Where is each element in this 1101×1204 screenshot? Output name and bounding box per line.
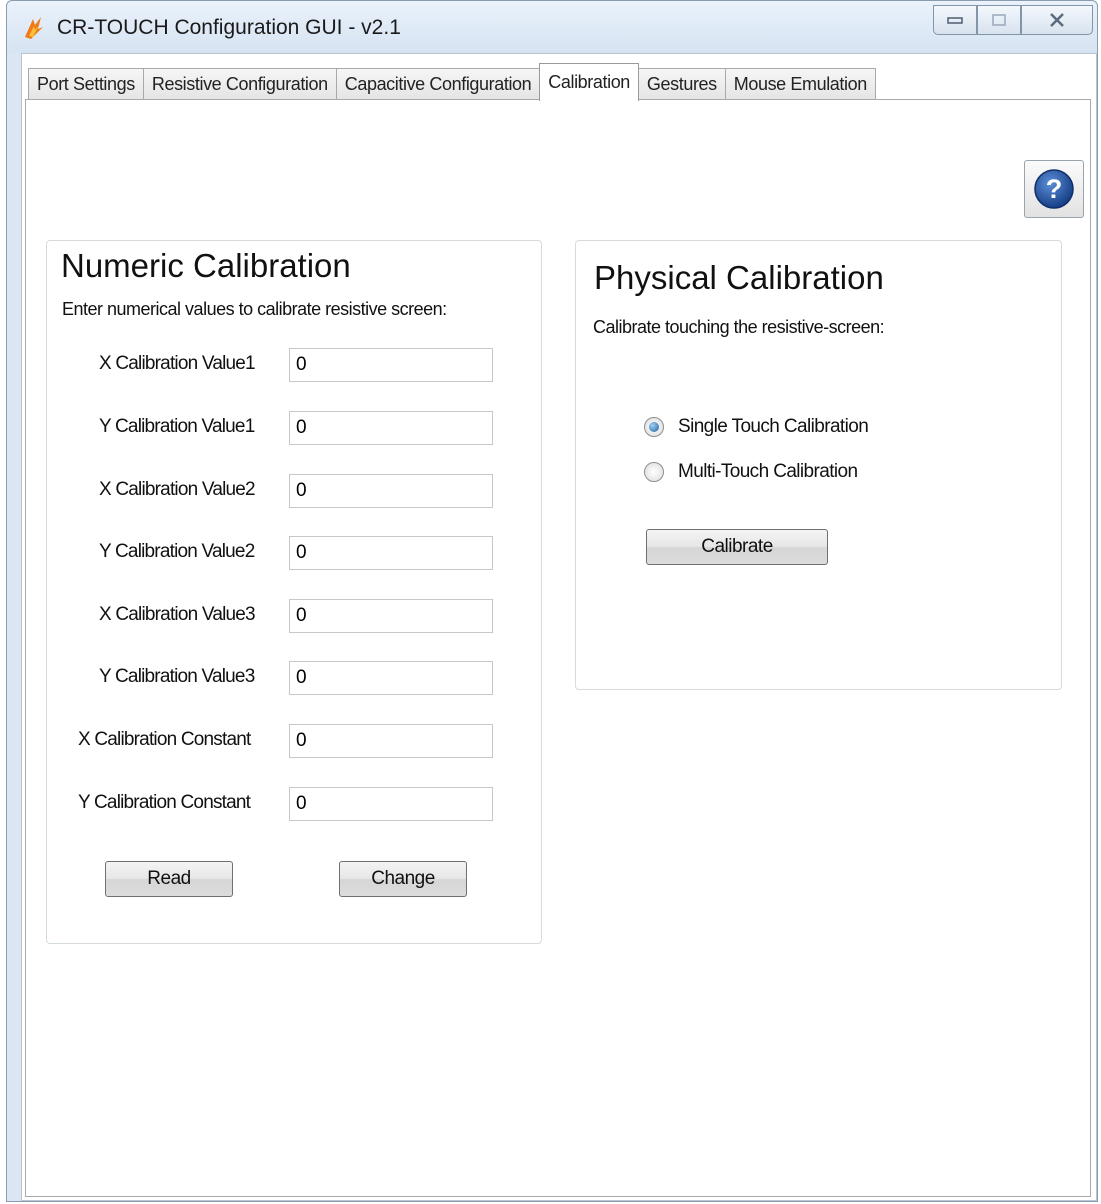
y-calibration-value1-label: Y Calibration Value1: [99, 416, 255, 437]
y-calibration-value2-label: Y Calibration Value2: [99, 541, 255, 562]
radio-selected-icon[interactable]: [644, 417, 664, 437]
window-controls: [933, 5, 1093, 37]
multi-touch-radio[interactable]: Multi-Touch Calibration: [644, 461, 858, 483]
read-button[interactable]: Read: [105, 861, 233, 897]
y-calibration-value2-input[interactable]: [289, 536, 493, 570]
single-touch-radio[interactable]: Single Touch Calibration: [644, 416, 869, 438]
close-button[interactable]: [1021, 5, 1093, 35]
physical-calibration-group: Physical Calibration Calibrate touching …: [575, 240, 1062, 690]
maximize-button[interactable]: [977, 5, 1021, 35]
numeric-calibration-group: Numeric Calibration Enter numerical valu…: [46, 240, 542, 944]
x-calibration-value1-input[interactable]: [289, 348, 493, 382]
tab-label: Port Settings: [37, 74, 135, 94]
app-window: CR-TOUCH Configuration GUI - v2.1 Port S…: [6, 0, 1098, 1202]
tab-mouse-emulation[interactable]: Mouse Emulation: [724, 68, 876, 100]
change-button[interactable]: Change: [339, 861, 467, 897]
tab-label: Gestures: [646, 74, 717, 94]
numeric-calibration-title: Numeric Calibration: [61, 247, 351, 284]
x-calibration-constant-label: X Calibration Constant: [78, 729, 251, 750]
maximize-icon: [992, 14, 1006, 26]
x-calibration-constant-input[interactable]: [289, 724, 493, 758]
numeric-calibration-subtitle: Enter numerical values to calibrate resi…: [62, 299, 447, 319]
tab-label: Mouse Emulation: [733, 74, 867, 94]
x-calibration-value2-label: X Calibration Value2: [99, 479, 256, 500]
client-area: Port Settings Resistive Configuration Ca…: [21, 53, 1097, 1201]
tab-strip: Port Settings Resistive Configuration Ca…: [28, 63, 876, 101]
tab-gestures[interactable]: Gestures: [637, 68, 726, 100]
radio-dot-icon: [649, 422, 659, 432]
minimize-button[interactable]: [933, 5, 977, 35]
x-calibration-value3-label: X Calibration Value3: [99, 604, 256, 625]
calibration-panel: ? Numeric Calibration Enter numerical va…: [25, 99, 1091, 1197]
tab-calibration[interactable]: Calibration: [539, 63, 639, 101]
radio-unselected-icon[interactable]: [644, 462, 664, 482]
tab-label: Capacitive Configuration: [344, 74, 532, 94]
minimize-icon: [947, 17, 963, 24]
y-calibration-constant-label: Y Calibration Constant: [78, 792, 251, 813]
flame-logo-icon: [25, 17, 43, 39]
single-touch-label: Single Touch Calibration: [678, 416, 869, 437]
x-calibration-value2-input[interactable]: [289, 474, 493, 508]
physical-calibration-subtitle: Calibrate touching the resistive-screen:: [593, 317, 885, 337]
help-button[interactable]: ?: [1024, 160, 1084, 218]
x-calibration-value3-input[interactable]: [289, 599, 493, 633]
window-title: CR-TOUCH Configuration GUI - v2.1: [57, 16, 401, 39]
x-calibration-value1-label: X Calibration Value1: [99, 353, 256, 374]
tab-label: Calibration: [548, 72, 630, 92]
tab-label: Resistive Configuration: [151, 74, 328, 94]
tab-resistive-configuration[interactable]: Resistive Configuration: [142, 68, 337, 100]
y-calibration-constant-input[interactable]: [289, 787, 493, 821]
title-bar[interactable]: CR-TOUCH Configuration GUI - v2.1: [7, 1, 1097, 53]
svg-text:?: ?: [1046, 174, 1063, 204]
y-calibration-value3-label: Y Calibration Value3: [99, 666, 255, 687]
tab-port-settings[interactable]: Port Settings: [28, 68, 144, 100]
physical-calibration-title: Physical Calibration: [594, 259, 884, 296]
close-icon: [1050, 13, 1064, 27]
y-calibration-value3-input[interactable]: [289, 661, 493, 695]
help-question-icon: ?: [1034, 169, 1074, 209]
calibrate-button[interactable]: Calibrate: [646, 529, 828, 565]
multi-touch-label: Multi-Touch Calibration: [678, 461, 858, 482]
y-calibration-value1-input[interactable]: [289, 411, 493, 445]
tab-capacitive-configuration[interactable]: Capacitive Configuration: [335, 68, 541, 100]
